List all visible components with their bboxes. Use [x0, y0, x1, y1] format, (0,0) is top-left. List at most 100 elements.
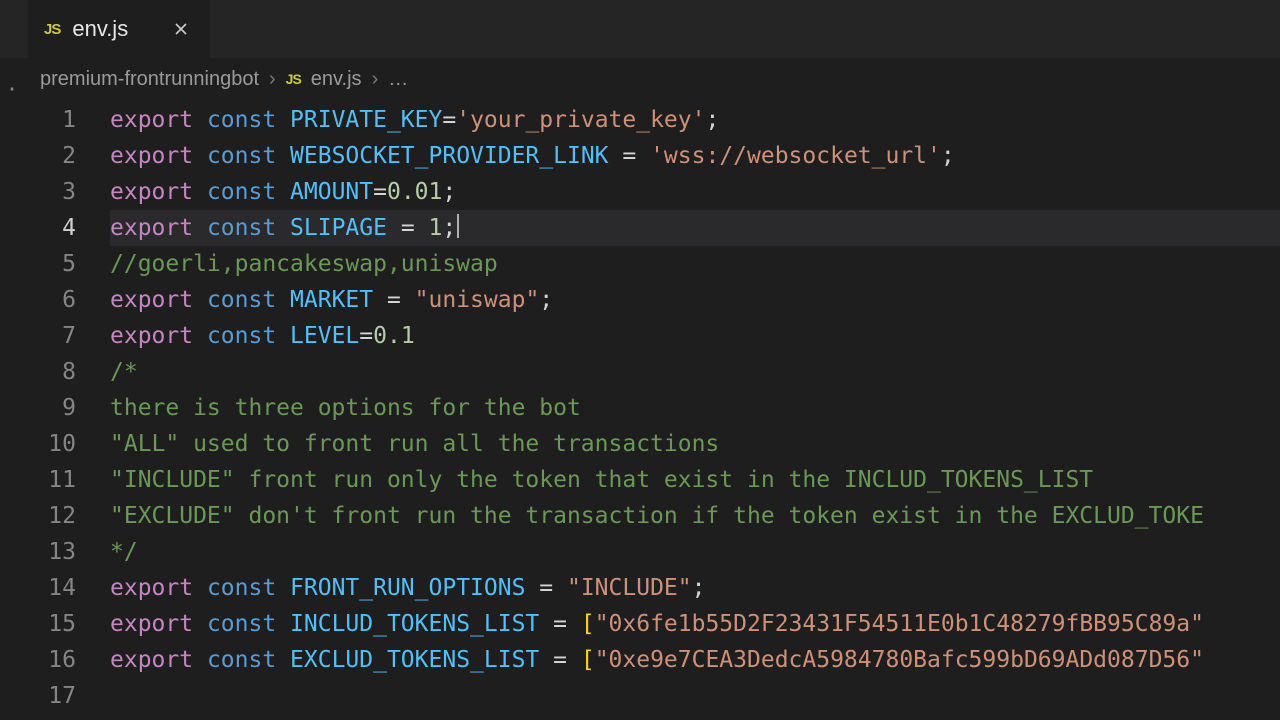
line-number: 12 [0, 498, 76, 534]
code-line[interactable]: "INCLUDE" front run only the token that … [110, 462, 1280, 498]
code-line[interactable]: export const INCLUD_TOKENS_LIST = ["0x6f… [110, 606, 1280, 642]
token-cm: */ [110, 539, 138, 565]
token-op: = [539, 611, 581, 637]
token-brk-y: [ [581, 611, 595, 637]
token-op: = [387, 215, 429, 241]
line-number: 2 [0, 138, 76, 174]
token-brk-y: [ [581, 647, 595, 673]
js-file-icon: JS [44, 21, 60, 38]
tab-env-js[interactable]: JS env.js [28, 0, 210, 58]
line-number: 4 [0, 210, 76, 246]
token-kw-export: export [110, 143, 207, 169]
code-line[interactable]: export const PRIVATE_KEY='your_private_k… [110, 102, 1280, 138]
tab-filename: env.js [72, 16, 128, 42]
code-line[interactable]: export const EXCLUD_TOKENS_LIST = ["0xe9… [110, 642, 1280, 678]
token-cm: "INCLUDE" front run only the token that … [110, 467, 1093, 493]
token-kw-export: export [110, 323, 207, 349]
token-ident: EXCLUD_TOKENS_LIST [290, 647, 539, 673]
token-op: = [373, 287, 415, 313]
token-kw-export: export [110, 611, 207, 637]
token-ident: PRIVATE_KEY [290, 107, 442, 133]
token-op: = [609, 143, 651, 169]
breadcrumb-folder[interactable]: premium-frontrunningbot [40, 68, 259, 91]
code-line[interactable]: "ALL" used to front run all the transact… [110, 426, 1280, 462]
token-kw-export: export [110, 179, 207, 205]
token-op: ; [442, 179, 456, 205]
token-kw-const: const [207, 575, 290, 601]
token-num: 1 [429, 215, 443, 241]
js-file-icon: JS [286, 71, 301, 87]
token-kw-export: export [110, 575, 207, 601]
token-ident: INCLUD_TOKENS_LIST [290, 611, 539, 637]
token-op: ; [941, 143, 955, 169]
token-kw-const: const [207, 215, 290, 241]
token-kw-const: const [207, 611, 290, 637]
code-line[interactable]: export const FRONT_RUN_OPTIONS = "INCLUD… [110, 570, 1280, 606]
activity-indicator-dot: · [6, 77, 10, 81]
token-cm: "EXCLUDE" don't front run the transactio… [110, 503, 1204, 529]
token-kw-const: const [207, 179, 290, 205]
token-cm: //goerli,pancakeswap,uniswap [110, 251, 498, 277]
token-ident: WEBSOCKET_PROVIDER_LINK [290, 143, 609, 169]
token-op: = [525, 575, 567, 601]
code-line[interactable]: there is three options for the bot [110, 390, 1280, 426]
token-op: ; [692, 575, 706, 601]
chevron-right-icon: › [269, 68, 276, 91]
line-number: 14 [0, 570, 76, 606]
line-number: 13 [0, 534, 76, 570]
token-kw-const: const [207, 647, 290, 673]
token-op: ; [539, 287, 553, 313]
breadcrumb-more[interactable] [388, 68, 408, 91]
line-number: 6 [0, 282, 76, 318]
token-cm: /* [110, 359, 138, 385]
token-kw-const: const [207, 323, 290, 349]
token-num: 0.1 [373, 323, 415, 349]
token-kw-export: export [110, 287, 207, 313]
token-op: = [539, 647, 581, 673]
token-str: "uniswap" [415, 287, 540, 313]
token-kw-const: const [207, 143, 290, 169]
token-str: "0x6fe1b55D2F23431F54511E0b1C48279fBB95C… [595, 611, 1204, 637]
text-cursor [457, 214, 459, 238]
token-op: ; [705, 107, 719, 133]
token-kw-export: export [110, 215, 207, 241]
line-number: 16 [0, 642, 76, 678]
line-number-gutter: 1234567891011121314151617 [0, 102, 110, 714]
token-cm: "ALL" used to front run all the transact… [110, 431, 719, 457]
code-line[interactable]: */ [110, 534, 1280, 570]
token-kw-const: const [207, 107, 290, 133]
token-op: = [442, 107, 456, 133]
close-icon[interactable] [172, 20, 190, 38]
code-line[interactable]: export const MARKET = "uniswap"; [110, 282, 1280, 318]
code-line[interactable]: //goerli,pancakeswap,uniswap [110, 246, 1280, 282]
code-area[interactable]: export const PRIVATE_KEY='your_private_k… [110, 102, 1280, 714]
token-cm: there is three options for the bot [110, 395, 581, 421]
code-editor[interactable]: 1234567891011121314151617 export const P… [0, 100, 1280, 714]
token-str: 'wss://websocket_url' [650, 143, 941, 169]
token-kw-export: export [110, 647, 207, 673]
line-number: 11 [0, 462, 76, 498]
line-number: 3 [0, 174, 76, 210]
token-kw-export: export [110, 107, 207, 133]
token-num: 0.01 [387, 179, 442, 205]
line-number: 8 [0, 354, 76, 390]
code-line[interactable]: /* [110, 354, 1280, 390]
code-line[interactable]: export const WEBSOCKET_PROVIDER_LINK = '… [110, 138, 1280, 174]
token-ident: LEVEL [290, 323, 359, 349]
line-number: 5 [0, 246, 76, 282]
line-number: 15 [0, 606, 76, 642]
breadcrumb-file[interactable]: env.js [311, 68, 362, 91]
token-ident: MARKET [290, 287, 373, 313]
tab-bar: JS env.js [0, 0, 1280, 58]
breadcrumb[interactable]: premium-frontrunningbot › JS env.js › [0, 58, 1280, 100]
code-line[interactable]: "EXCLUDE" don't front run the transactio… [110, 498, 1280, 534]
code-line[interactable] [110, 678, 1280, 714]
token-kw-const: const [207, 287, 290, 313]
code-line[interactable]: export const SLIPAGE = 1; [110, 210, 1280, 246]
token-ident: AMOUNT [290, 179, 373, 205]
code-line[interactable]: export const AMOUNT=0.01; [110, 174, 1280, 210]
chevron-right-icon: › [372, 68, 379, 91]
code-line[interactable]: export const LEVEL=0.1 [110, 318, 1280, 354]
token-ident: SLIPAGE [290, 215, 387, 241]
token-str: "INCLUDE" [567, 575, 692, 601]
